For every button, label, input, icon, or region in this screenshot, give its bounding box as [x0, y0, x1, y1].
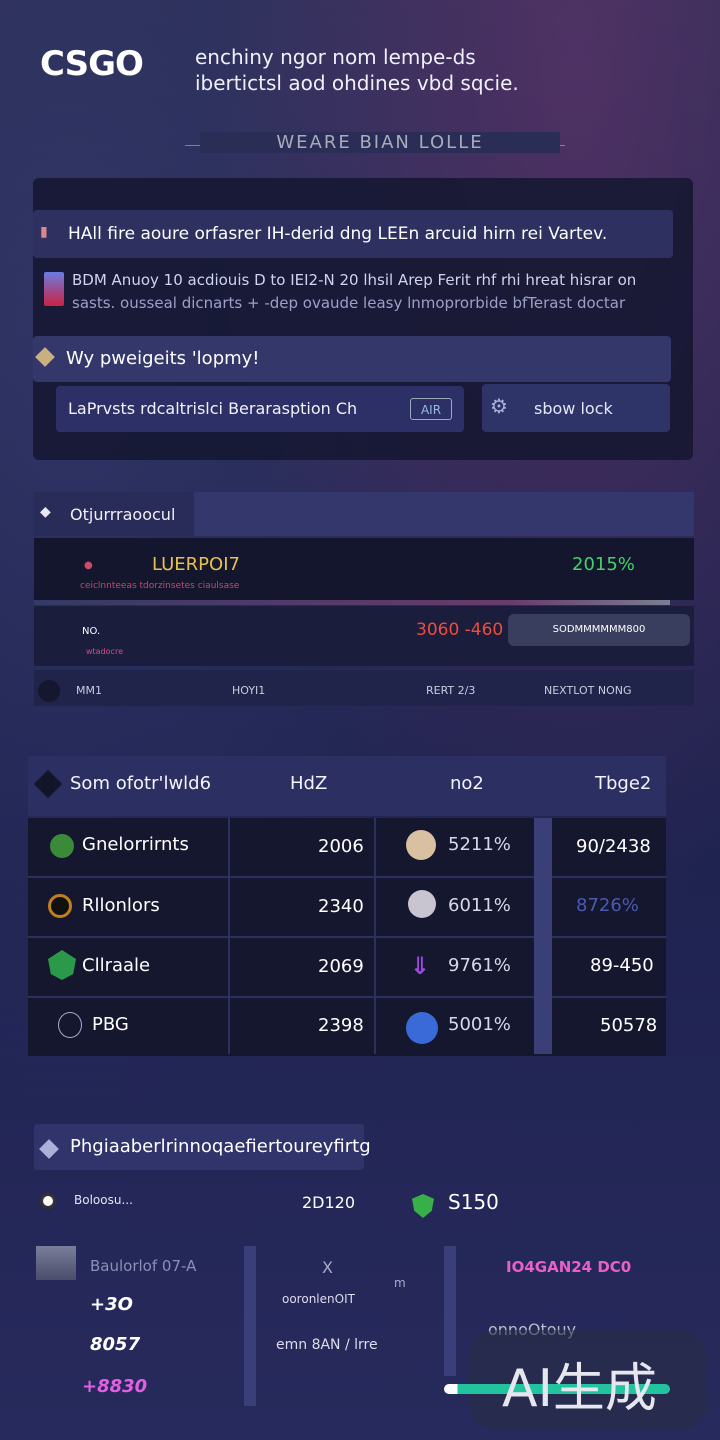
match-col-3: RERT 2/3 — [426, 684, 476, 697]
red-dot-icon: ● — [84, 560, 93, 571]
news-icon — [44, 272, 64, 306]
badge-icon — [408, 890, 436, 918]
team-name: Cllraale — [82, 955, 151, 976]
team-logo-icon — [58, 1012, 82, 1038]
tagline-line-2: ibertictsl aod ohdines vbd sqcie. — [195, 71, 519, 95]
team-value: 2398 — [318, 1015, 364, 1036]
alert-icon: ▮ — [40, 224, 48, 240]
tagline-line-1: enchiny ngor nom lempe-ds — [195, 45, 476, 69]
gem-icon: ◆ — [40, 504, 51, 520]
table-header-team[interactable]: Som ofotr'lwld6 — [70, 773, 211, 794]
match-number: NO. — [82, 626, 101, 637]
match-pill-button[interactable]: SODMMMMMM800 — [508, 614, 690, 646]
tab-matches-label: Otjurrraoocul — [70, 505, 176, 524]
section-title: Wy pweigeits 'lopmy! — [66, 348, 260, 369]
column-divider — [444, 1246, 456, 1376]
table-header-col3[interactable]: no2 — [450, 773, 484, 794]
ai-watermark: AI生成 — [502, 1359, 657, 1419]
team-percentage: 9761% — [448, 955, 511, 976]
column-c-top: IO4GAN24 DC0 — [506, 1258, 632, 1276]
section-title: Phgiaaberlrinnoqaefiertoureyfirtg — [70, 1136, 371, 1157]
news-line-1: BDM Anuoy 10 acdiouis D to IEI2-N 20 lhs… — [72, 271, 637, 289]
search-badge[interactable]: AIR — [410, 398, 452, 420]
header-tagline: enchiny ngor nom lempe-ds ibertictsl aod… — [195, 44, 675, 96]
match-subtitle: ceiclnnteeas tdorzinsetes ciaulsase — [80, 581, 240, 591]
column-divider — [228, 818, 230, 1054]
shield-icon — [412, 1194, 434, 1218]
team-name: Gnelorrirnts — [82, 834, 189, 855]
match-team-name: LUERPOI7 — [152, 554, 240, 575]
column-b-line-2: emn 8AN / lrre — [276, 1337, 378, 1353]
column-a-value: +8830 — [82, 1376, 148, 1397]
badge-icon — [406, 1012, 438, 1044]
team-name: PBG — [92, 1014, 129, 1035]
team-last: 50578 — [600, 1015, 658, 1036]
column-b-line-1: ooronlenOIT — [282, 1292, 355, 1306]
team-percentage: 6011% — [448, 895, 511, 916]
match-percentage: 2015% — [572, 554, 635, 575]
match-caption: wtadocre — [86, 647, 123, 656]
column-b-top: X — [322, 1258, 333, 1277]
team-name: Rllonlors — [82, 895, 160, 916]
team-last: 8726% — [576, 895, 639, 916]
match-col-4: NEXTLOT NONG — [544, 684, 632, 697]
app-logo[interactable]: CSGO — [40, 44, 144, 84]
tab-strip — [194, 492, 694, 536]
summary-label: Boloosu... — [74, 1193, 133, 1207]
match-col-2: HOYI1 — [232, 684, 266, 697]
match-progress-bar — [34, 600, 670, 605]
column-a-value: +3O — [90, 1294, 133, 1315]
team-percentage: 5001% — [448, 1014, 511, 1035]
header-divider-text: WEARE BIAN LOLLE — [200, 132, 560, 153]
team-value: 2069 — [318, 956, 364, 977]
column-divider — [534, 818, 552, 1054]
column-divider — [244, 1246, 256, 1406]
table-header-col2[interactable]: HdZ — [290, 773, 327, 794]
alert-text: HAll fire aoure orfasrer IH-derid dng LE… — [68, 224, 608, 244]
team-logo-icon — [50, 834, 74, 858]
summary-value-2: S150 — [448, 1190, 499, 1214]
team-value: 2006 — [318, 836, 364, 857]
chevron-down-icon: ⇓ — [410, 952, 431, 980]
radio-icon[interactable] — [40, 1193, 56, 1209]
gear-icon: ⚙ — [490, 394, 508, 418]
badge-icon — [406, 830, 436, 860]
team-percentage: 5211% — [448, 834, 511, 855]
column-a-value: 8057 — [90, 1334, 141, 1355]
column-divider — [374, 818, 376, 1054]
column-a-label: Baulorlof 07-A — [90, 1257, 197, 1275]
column-b-mark: m — [394, 1276, 406, 1290]
thumbnail-image — [36, 1246, 76, 1280]
summary-value: 2D120 — [302, 1193, 356, 1212]
news-line-2: sasts. ousseal dicnarts + -dep ovaude le… — [72, 294, 626, 312]
match-col-1: MM1 — [76, 684, 102, 697]
team-logo-icon — [48, 894, 72, 918]
search-input-value: LaPrvsts rdcaltrislci Berarasption Ch — [68, 399, 358, 418]
match-score: 3060 -460 — [416, 620, 504, 640]
circle-icon — [38, 680, 60, 702]
team-value: 2340 — [318, 896, 364, 917]
show-lock-label: sbow lock — [534, 399, 613, 418]
team-last: 90/2438 — [576, 836, 651, 857]
team-last: 89-450 — [590, 955, 654, 976]
table-header-col4[interactable]: Tbge2 — [595, 773, 651, 794]
